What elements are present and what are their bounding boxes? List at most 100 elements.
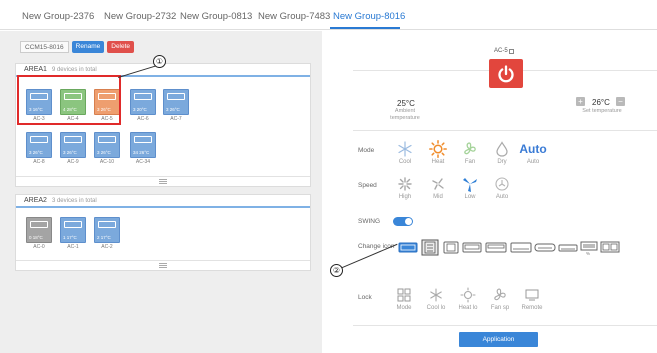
ac-wall-slim-icon (485, 242, 507, 253)
ac-ceiling-icon (421, 239, 439, 256)
tab-new-group-8016[interactable]: New Group-8016 (333, 11, 405, 22)
speed-option-mid[interactable]: Mid (424, 175, 452, 200)
device-tile-ac-7[interactable]: 3 26°C AC-7 (163, 89, 189, 123)
menu-icon (159, 179, 167, 184)
mode-option-heat[interactable]: Heat (424, 140, 452, 165)
icon-choice-percent-label: % (586, 251, 591, 256)
lock-option-heat[interactable]: Heat lo (454, 286, 482, 311)
lock-option-fan[interactable]: Fan sp (486, 286, 514, 311)
device-tile-ac-9[interactable]: 3 26°C AC-9 (60, 132, 86, 166)
tab-new-group-7483[interactable]: New Group-7483 (258, 11, 330, 22)
divider (353, 325, 657, 326)
device-tile-ac-10[interactable]: 3 26°C AC-10 (94, 132, 120, 166)
snowflake-icon (398, 141, 412, 157)
area-2-expand-handle[interactable] (16, 260, 310, 270)
ac-cassette-icon (398, 242, 418, 253)
ac-unit-icon: 3 20°C (130, 89, 156, 115)
device-name: AC-34 (135, 159, 151, 165)
speed-option-label: Auto (495, 194, 509, 200)
lock-option-mode[interactable]: Mode (390, 286, 418, 311)
fan-icon (464, 142, 476, 155)
tab-new-group-2376[interactable]: New Group-2376 (22, 11, 94, 22)
callout-highlight-box (17, 75, 121, 125)
rename-button[interactable]: Rename (71, 41, 105, 53)
area-device-count: 9 devices in total (51, 66, 97, 73)
lock-option-label: Heat lo (458, 305, 478, 311)
speed-option-auto[interactable]: Auto (488, 175, 516, 200)
lock-option-label: Fan sp (490, 305, 510, 311)
delete-button[interactable]: Delete (107, 41, 135, 53)
ac-unit-icon: 3 26°C (26, 132, 52, 158)
speed-option-label: Mid (433, 194, 443, 200)
mode-lock-icon (397, 288, 411, 302)
area-1-expand-handle[interactable] (16, 176, 310, 186)
icon-choice-double[interactable] (600, 239, 620, 256)
device-status: 3 26°C (63, 150, 77, 155)
tab-new-group-2732[interactable]: New Group-2732 (104, 11, 176, 22)
selected-device-checkbox[interactable] (508, 48, 514, 54)
ac-unit-icon: 0 18°C (26, 217, 52, 243)
mode-option-dry[interactable]: Dry (488, 140, 516, 165)
callout-2-marker: ② (330, 264, 343, 277)
set-temperature-label: Set temperature (582, 108, 622, 114)
speed-row-label: Speed (358, 182, 377, 189)
device-name: AC-0 (33, 244, 45, 250)
fan-mid-icon (432, 178, 444, 190)
icon-choice-slim[interactable] (558, 239, 578, 256)
cool-lock-icon (430, 288, 442, 302)
icon-choice-split[interactable] (510, 239, 532, 256)
device-tile-ac-1[interactable]: 1 17°C AC-1 (60, 217, 86, 251)
selected-device-name: AC-5 (494, 48, 508, 54)
device-status: 3 20°C (133, 107, 147, 112)
ac-slim-icon (558, 244, 578, 252)
device-status: 3 26°C (29, 150, 43, 155)
device-status: 34 26°C (133, 150, 150, 155)
ac-duct-icon (443, 241, 459, 254)
menu-icon (159, 263, 167, 268)
temperature-up-button[interactable]: + (576, 97, 585, 106)
callout-1-marker: ① (153, 55, 166, 68)
ac-unit-icon: 1 17°C (60, 217, 86, 243)
icon-choice-cassette[interactable] (398, 239, 418, 256)
lock-option-cool[interactable]: Cool lo (422, 286, 450, 311)
device-tile-ac-0[interactable]: 0 18°C AC-0 (26, 217, 52, 251)
icon-choice-percent[interactable]: % (580, 239, 598, 256)
speed-option-high[interactable]: High (391, 175, 419, 200)
group-toolbar: CCM15-8016 Rename Delete (20, 40, 135, 54)
mode-option-fan[interactable]: Fan (456, 140, 484, 165)
icon-choice-wall-2[interactable] (485, 239, 507, 256)
power-button[interactable] (489, 59, 523, 88)
mode-option-label: Heat (431, 159, 445, 165)
ac-unit-icon: 3 26°C (163, 89, 189, 115)
ac-split-icon (510, 242, 532, 253)
ambient-temperature-value: 25°C (397, 99, 415, 108)
tab-new-group-0813[interactable]: New Group-0813 (180, 11, 252, 22)
icon-choice-floor[interactable] (534, 239, 556, 256)
ac-floor-icon (534, 243, 556, 252)
mode-row-label: Mode (358, 147, 375, 154)
device-tile-ac-34[interactable]: 34 26°C AC-34 (130, 132, 156, 166)
device-name: AC-8 (33, 159, 45, 165)
set-temperature-value: 26°C (592, 98, 610, 107)
mode-option-label: Auto (526, 159, 540, 165)
area-title: AREA2 (24, 197, 47, 204)
speed-option-low[interactable]: Low (456, 175, 484, 200)
application-button[interactable]: Application (459, 332, 538, 347)
swing-toggle[interactable] (393, 217, 413, 226)
temperature-down-button[interactable]: − (616, 97, 625, 106)
device-status: 3 26°C (97, 150, 111, 155)
device-name: AC-10 (99, 159, 115, 165)
ac-wall-icon (462, 242, 482, 253)
mode-option-auto[interactable]: Auto Auto (518, 140, 548, 165)
device-tile-ac-8[interactable]: 3 26°C AC-8 (26, 132, 52, 166)
icon-choice-duct[interactable] (443, 239, 459, 256)
icon-choice-wall[interactable] (462, 239, 482, 256)
ambient-temperature-label: Ambient temperature (390, 108, 420, 121)
fan-low-icon (463, 178, 477, 192)
device-tile-ac-2[interactable]: 2 17°C AC-2 (94, 217, 120, 251)
device-tile-ac-6[interactable]: 3 20°C AC-6 (130, 89, 156, 123)
device-name: AC-1 (67, 244, 79, 250)
lock-option-remote[interactable]: Remote (518, 286, 546, 311)
icon-choice-ceiling[interactable] (421, 239, 439, 256)
mode-option-cool[interactable]: Cool (391, 140, 419, 165)
